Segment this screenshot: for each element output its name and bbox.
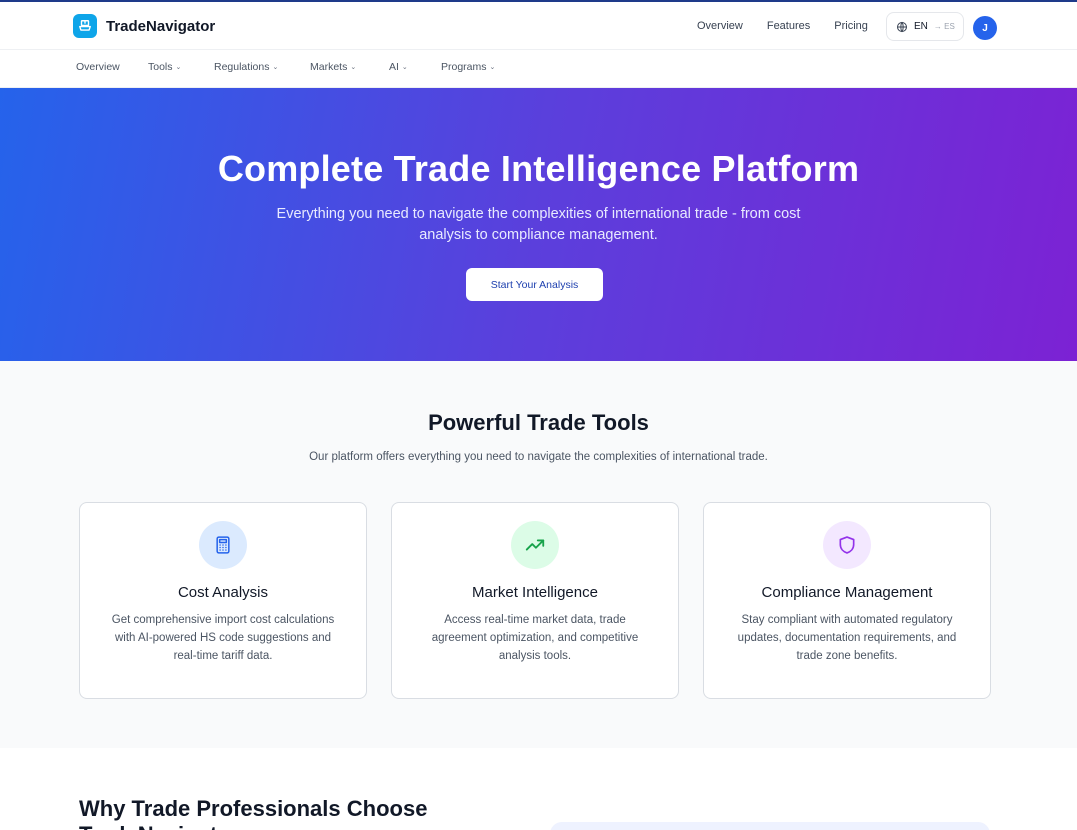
ship-logo-icon	[73, 14, 97, 38]
subnav-label: Regulations	[214, 61, 270, 73]
subnav-label: Overview	[76, 61, 120, 73]
chevron-down-icon: ⌄	[489, 64, 496, 71]
tools-section: Powerful Trade Tools Our platform offers…	[0, 361, 1077, 748]
tools-title: Powerful Trade Tools	[428, 410, 649, 435]
subnav-item-markets[interactable]: Markets ⌄	[310, 61, 389, 73]
card-title: Compliance Management	[761, 584, 933, 601]
language-switcher[interactable]: EN → ES	[886, 12, 964, 41]
card-title: Cost Analysis	[177, 584, 269, 601]
sub-nav-items: Overview Tools ⌄ Regulations ⌄ Markets ⌄…	[76, 61, 511, 73]
subnav-item-programs[interactable]: Programs ⌄	[441, 61, 511, 73]
why-visual-panel	[550, 822, 990, 830]
brand[interactable]: TradeNavigator	[73, 14, 215, 38]
shield-icon	[823, 521, 871, 569]
card-title: Market Intelligence	[472, 584, 598, 601]
hero-title: Complete Trade Intelligence Platform	[217, 148, 860, 189]
card-description: Get comprehensive import cost calculatio…	[111, 614, 335, 662]
start-analysis-button[interactable]: Start Your Analysis	[466, 268, 603, 301]
subnav-item-overview[interactable]: Overview	[76, 61, 148, 73]
top-nav-features[interactable]: Features	[767, 20, 810, 32]
subnav-item-regulations[interactable]: Regulations ⌄	[214, 61, 310, 73]
why-section: Why Trade Professionals Choose TradeNavi…	[0, 748, 1077, 830]
top-nav-overview[interactable]: Overview	[697, 20, 743, 32]
compliance-management-card[interactable]: Compliance Management Stay compliant wit…	[703, 502, 991, 699]
chevron-down-icon: ⌄	[401, 64, 408, 71]
subnav-label: Tools	[148, 61, 173, 73]
subnav-item-tools[interactable]: Tools ⌄	[148, 61, 214, 73]
market-intelligence-card[interactable]: Market Intelligence Access real-time mar…	[391, 502, 679, 699]
subnav-item-ai[interactable]: AI ⌄	[389, 61, 441, 73]
top-nav-pricing[interactable]: Pricing	[834, 20, 868, 32]
language-current: EN	[914, 21, 928, 32]
card-description: Stay compliant with automated regulatory…	[737, 614, 957, 662]
subnav-label: Programs	[441, 61, 487, 73]
hero: Complete Trade Intelligence Platform Eve…	[0, 88, 1077, 361]
language-alternate: → ES	[933, 22, 955, 31]
globe-icon	[897, 21, 907, 32]
brand-name: TradeNavigator	[106, 17, 216, 35]
cost-analysis-card[interactable]: Cost Analysis Get comprehensive import c…	[79, 502, 367, 699]
user-avatar[interactable]: J	[973, 16, 997, 40]
why-title: Why Trade Professionals Choose TradeNavi…	[79, 796, 428, 830]
subnav-label: Markets	[310, 61, 348, 73]
hero-subtitle: Everything you need to navigate the comp…	[276, 206, 801, 243]
chevron-down-icon: ⌄	[175, 64, 182, 71]
tools-subtitle: Our platform offers everything you need …	[309, 451, 768, 463]
header: TradeNavigator Overview Features Pricing…	[0, 2, 1077, 50]
top-nav: Overview Features Pricing	[697, 20, 868, 32]
trending-up-icon	[511, 521, 559, 569]
chevron-down-icon: ⌄	[272, 64, 279, 71]
sub-nav: Overview Tools ⌄ Regulations ⌄ Markets ⌄…	[0, 50, 1077, 88]
subnav-label: AI	[389, 61, 399, 73]
card-description: Access real-time market data, trade agre…	[431, 614, 639, 662]
calculator-icon	[199, 521, 247, 569]
chevron-down-icon: ⌄	[350, 64, 357, 71]
